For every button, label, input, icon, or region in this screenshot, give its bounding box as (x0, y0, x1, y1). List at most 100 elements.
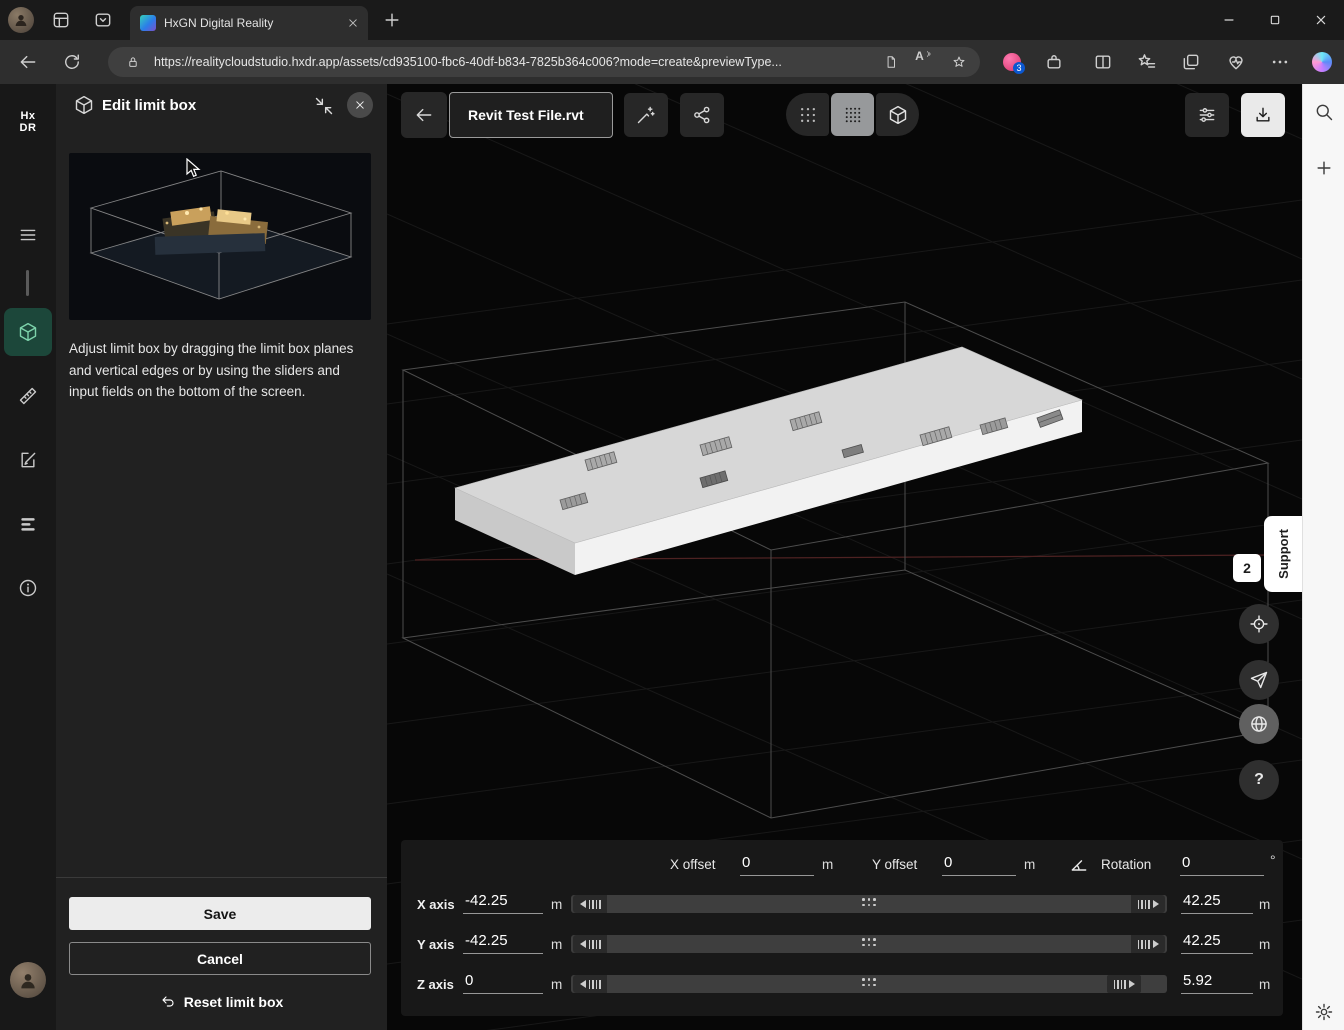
reset-limit-box-button[interactable]: Reset limit box (56, 988, 387, 1016)
x-axis-slider-grip[interactable] (862, 898, 876, 907)
panel-description: Adjust limit box by dragging the limit b… (69, 338, 365, 403)
extensions-icon[interactable] (1038, 46, 1070, 78)
read-aloud-icon[interactable]: A (912, 49, 938, 75)
globe-icon[interactable] (1239, 704, 1279, 744)
navigate-icon[interactable] (1239, 660, 1279, 700)
point-cloud-sparse-mode[interactable] (786, 93, 829, 136)
rotation-label: Rotation (1101, 857, 1151, 872)
split-screen-icon[interactable] (1087, 46, 1119, 78)
file-name-chip: Revit Test File.rvt (449, 92, 613, 138)
sidebar-item-layers[interactable] (0, 502, 56, 546)
limit-box-icon (74, 95, 94, 115)
collections-icon[interactable] (1175, 46, 1207, 78)
favorites-bar-icon[interactable] (1131, 46, 1163, 78)
page-tools-icon[interactable] (878, 49, 904, 75)
tab-favicon (140, 15, 156, 31)
browser-tab[interactable]: HxGN Digital Reality (130, 6, 368, 40)
x-axis-row: X axis -42.25 m 42.25 m (401, 888, 1283, 922)
window-minimize-button[interactable] (1206, 0, 1252, 40)
panel-footer: Save Cancel Reset limit box (56, 877, 387, 1030)
y-axis-min-input[interactable]: -42.25 (463, 930, 543, 954)
y-axis-label: Y axis (417, 937, 454, 952)
browser-profile-avatar[interactable] (8, 7, 34, 33)
refresh-icon[interactable] (56, 46, 88, 78)
panel-title: Edit limit box (102, 97, 196, 114)
logo-line-1: Hx (0, 110, 56, 122)
rotation-input[interactable]: 0 (1180, 852, 1264, 876)
mouse-cursor (186, 158, 202, 178)
window-maximize-button[interactable] (1252, 0, 1298, 40)
url-text[interactable]: https://realitycloudstudio.hxdr.app/asse… (154, 55, 870, 69)
z-axis-slider-grip[interactable] (862, 978, 876, 987)
help-button[interactable]: ? (1239, 760, 1279, 800)
tab-close-icon[interactable] (346, 16, 360, 30)
browser-essentials-icon[interactable] (1220, 46, 1252, 78)
tab-title: HxGN Digital Reality (164, 16, 338, 30)
search-icon[interactable] (1308, 96, 1340, 128)
z-axis-max-unit: m (1259, 977, 1270, 992)
cancel-button[interactable]: Cancel (69, 942, 371, 975)
mesh-mode[interactable] (876, 93, 919, 136)
point-cloud-dense-mode[interactable] (831, 93, 874, 136)
lock-icon[interactable] (120, 49, 146, 75)
sidebar-item-assets[interactable] (4, 308, 52, 356)
browser-window: HxGN Digital Reality https (0, 0, 1344, 1030)
z-axis-row: Z axis 0 m 5.92 m (401, 968, 1283, 1002)
copilot-icon[interactable] (1306, 46, 1338, 78)
magic-wand-icon[interactable] (624, 93, 668, 137)
y-axis-slider[interactable] (571, 935, 1167, 953)
y-axis-min-unit: m (551, 937, 562, 952)
settings-more-icon[interactable] (1264, 46, 1296, 78)
y-axis-slider-grip[interactable] (862, 938, 876, 947)
support-tab[interactable]: Support (1264, 516, 1302, 592)
user-avatar[interactable] (10, 962, 46, 998)
sidebar-add-icon[interactable] (1308, 152, 1340, 184)
recenter-crosshair-icon[interactable] (1239, 604, 1279, 644)
x-axis-max-unit: m (1259, 897, 1270, 912)
sidebar-settings-gear-icon[interactable] (1308, 996, 1340, 1028)
viewport-back-button[interactable] (401, 92, 447, 138)
z-axis-min-input[interactable]: 0 (463, 970, 543, 994)
x-offset-input[interactable]: 0 (740, 852, 814, 876)
y-axis-slider-left-handle[interactable] (573, 935, 607, 953)
x-axis-slider-right-handle[interactable] (1131, 895, 1165, 913)
save-button[interactable]: Save (69, 897, 371, 930)
undo-icon (160, 994, 176, 1010)
share-nodes-icon[interactable] (680, 93, 724, 137)
view-2d-label: 2 (1243, 560, 1251, 576)
sidebar-item-measure[interactable] (0, 374, 56, 418)
y-axis-max-input[interactable]: 42.25 (1181, 930, 1253, 954)
x-axis-slider[interactable] (571, 895, 1167, 913)
z-axis-slider[interactable] (571, 975, 1167, 993)
new-tab-button[interactable] (376, 4, 408, 36)
3d-viewport[interactable]: Revit Test File.rvt (387, 84, 1302, 1030)
x-axis-max-input[interactable]: 42.25 (1181, 890, 1253, 914)
x-axis-min-input[interactable]: -42.25 (463, 890, 543, 914)
logo-line-2: DR (0, 122, 56, 134)
extension-badge-icon[interactable]: 3 (996, 46, 1028, 78)
browser-titlebar: HxGN Digital Reality (0, 0, 1344, 40)
limit-box-preview-image (69, 153, 371, 320)
tab-actions-icon[interactable] (87, 4, 119, 36)
y-offset-input[interactable]: 0 (942, 852, 1016, 876)
favorite-star-icon[interactable] (946, 49, 972, 75)
x-axis-slider-left-handle[interactable] (573, 895, 607, 913)
window-close-button[interactable] (1298, 0, 1344, 40)
close-panel-icon[interactable] (347, 92, 373, 118)
y-axis-row: Y axis -42.25 m 42.25 m (401, 928, 1283, 962)
browser-navbar: https://realitycloudstudio.hxdr.app/asse… (0, 40, 1344, 84)
sidebar-item-info[interactable] (0, 566, 56, 610)
view-settings-icon[interactable] (1185, 93, 1229, 137)
workspaces-icon[interactable] (45, 4, 77, 36)
z-axis-slider-left-handle[interactable] (573, 975, 607, 993)
menu-icon[interactable] (0, 213, 56, 257)
download-button[interactable] (1241, 93, 1285, 137)
view-2d-button[interactable]: 2 (1233, 554, 1261, 582)
sidebar-item-annotate[interactable] (0, 438, 56, 482)
y-axis-slider-right-handle[interactable] (1131, 935, 1165, 953)
address-bar[interactable]: https://realitycloudstudio.hxdr.app/asse… (108, 47, 980, 77)
z-axis-slider-right-handle[interactable] (1107, 975, 1141, 993)
back-icon[interactable] (12, 46, 44, 78)
z-axis-max-input[interactable]: 5.92 (1181, 970, 1253, 994)
collapse-panel-icon[interactable] (314, 96, 334, 116)
